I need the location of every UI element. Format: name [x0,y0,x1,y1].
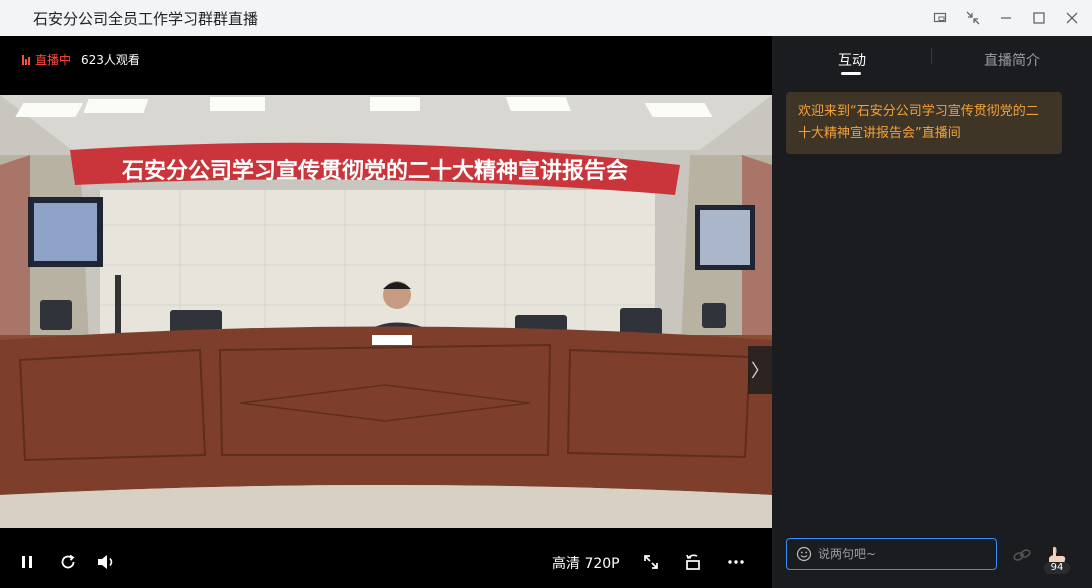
video-frame[interactable]: 石安分公司学习宣传贯彻党的二十大精神宣讲报告会 〉 [0,95,772,528]
shrink-icon[interactable] [962,7,984,29]
active-tab-indicator [841,72,861,75]
live-badge: 直播中 [22,51,71,68]
minimize-icon[interactable] [995,7,1017,29]
tab-interaction[interactable]: 互动 [838,50,866,70]
chevron-right-icon: 〉 [751,361,769,381]
like-count: 94 [1044,562,1070,574]
link-icon[interactable] [1012,545,1032,565]
banner-text: 石安分公司学习宣传贯彻党的二十大精神宣讲报告会 [121,158,628,184]
next-arrow-button[interactable]: 〉 [748,346,772,394]
player-controls: 高清 720P [0,536,772,588]
live-label: 直播中 [35,53,72,67]
quality-selector[interactable]: 高清 720P [552,553,620,573]
live-bars-icon [22,54,31,65]
pin-window-icon[interactable] [929,7,951,29]
video-player: 直播中 623人观看 石安分公司学习宣传贯彻党的二十大精神宣讲报告会 〉 高清 … [0,36,772,588]
title-bar: 石安分公司全员工作学习群群直播 [0,0,1092,36]
live-status: 直播中 623人观看 [22,51,140,68]
smile-icon[interactable] [796,546,812,562]
window-title: 石安分公司全员工作学习群群直播 [33,10,259,28]
interaction-sidebar: 互动 直播简介 欢迎来到“石安分公司学习宣传贯彻党的二十大精神宣讲报告会”直播间… [772,36,1092,588]
pause-icon[interactable] [16,550,38,574]
welcome-message: 欢迎来到“石安分公司学习宣传贯彻党的二十大精神宣讲报告会”直播间 [786,92,1062,154]
tab-divider [931,48,932,64]
fullscreen-icon[interactable] [640,550,662,574]
more-icon[interactable] [725,550,747,574]
refresh-icon[interactable] [57,550,79,574]
tab-live-intro[interactable]: 直播简介 [984,50,1040,70]
maximize-icon[interactable] [1028,7,1050,29]
chat-input-box[interactable] [786,538,997,570]
volume-icon[interactable] [95,550,117,574]
rotate-icon[interactable] [682,550,704,574]
viewer-count: 623人观看 [81,53,140,67]
conference-scene: 石安分公司学习宣传贯彻党的二十大精神宣讲报告会 [0,95,772,528]
close-icon[interactable] [1061,7,1083,29]
chat-input[interactable] [818,547,988,561]
